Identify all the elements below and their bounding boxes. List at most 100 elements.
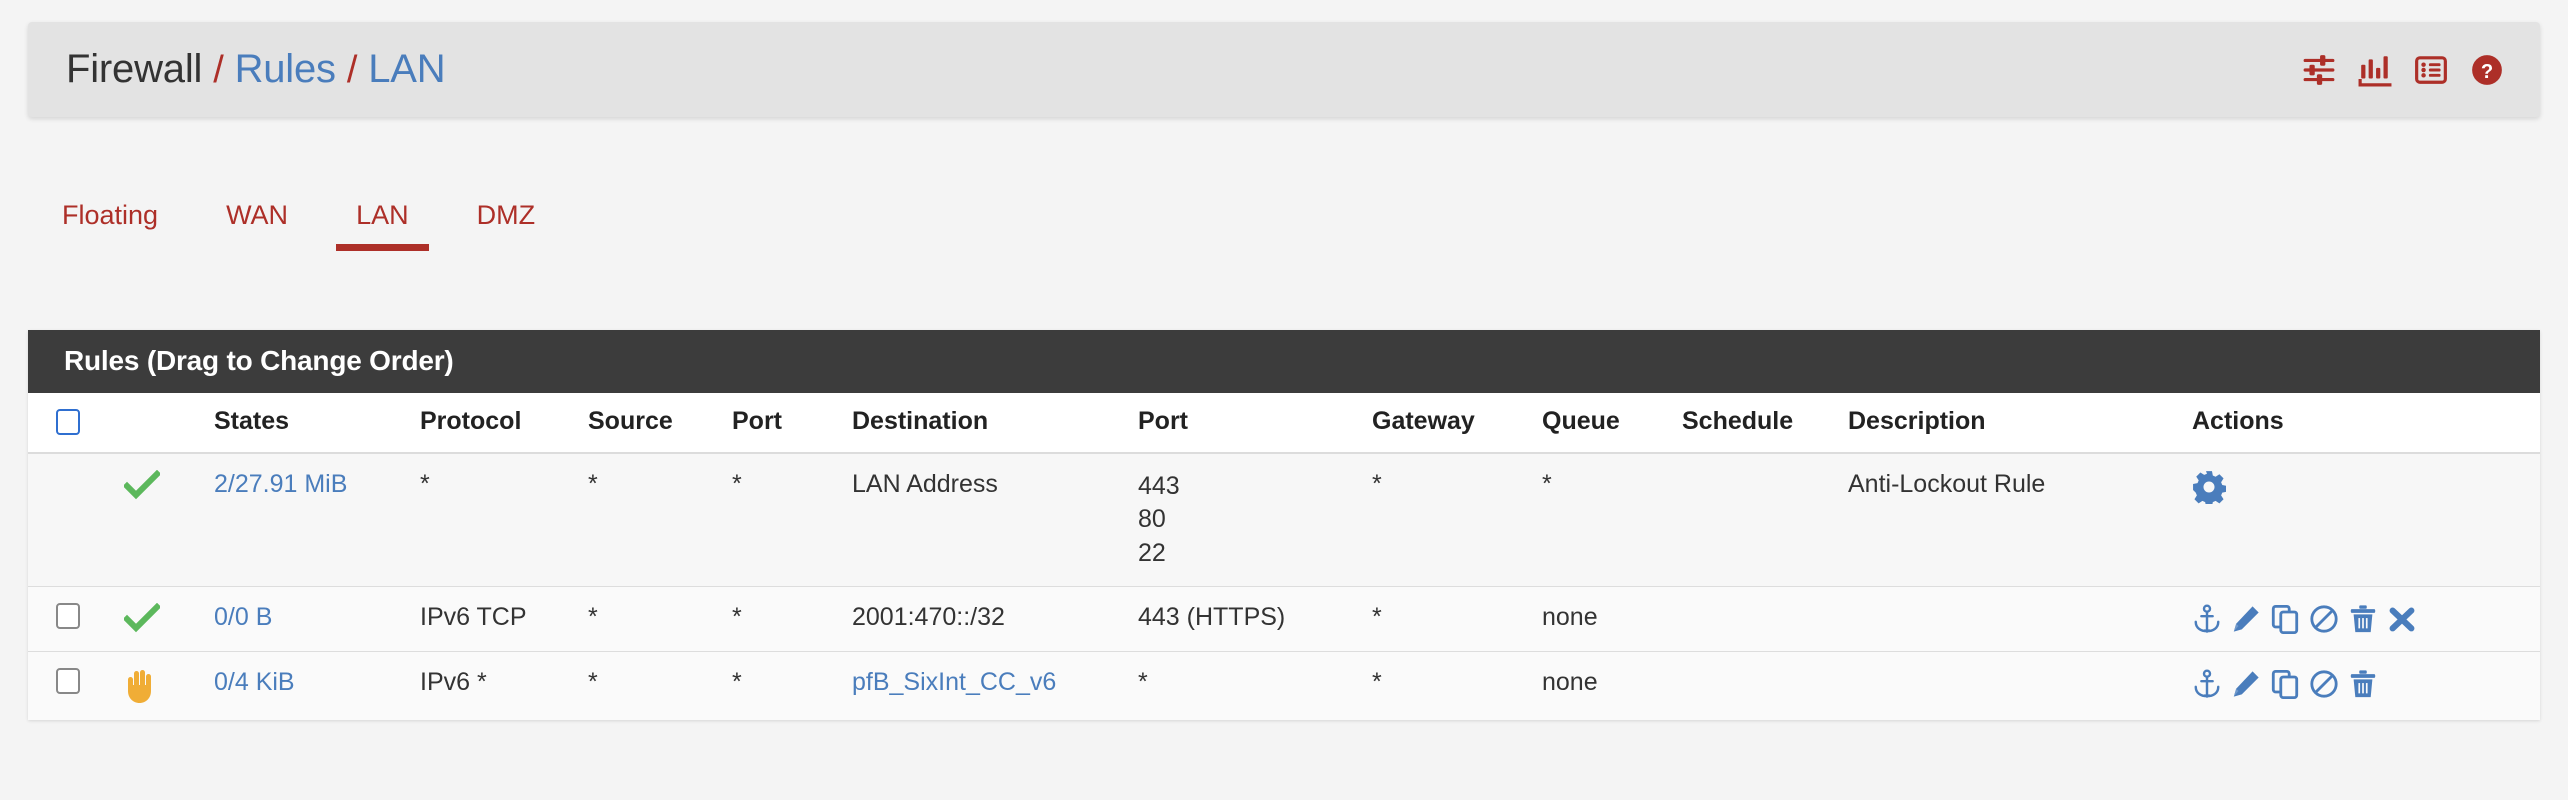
- trash-icon[interactable]: [2348, 603, 2378, 635]
- row-protocol-cell: IPv6 *: [412, 650, 580, 720]
- row-select-cell: [28, 451, 116, 587]
- tab-wan[interactable]: WAN: [192, 196, 322, 251]
- row-status-cell: [116, 650, 206, 720]
- states-link[interactable]: 2/27.91 MiB: [214, 470, 347, 498]
- gear-icon[interactable]: [2192, 470, 2226, 504]
- row-destination-cell: pfB_SixInt_CC_v6: [844, 650, 1130, 720]
- row-status-cell: [116, 585, 206, 652]
- breadcrumb-root: Firewall: [66, 47, 203, 91]
- row-states-cell: 0/0 B: [206, 585, 412, 652]
- row-states-cell: 0/4 KiB: [206, 650, 412, 720]
- header-gateway: Gateway: [1372, 407, 1475, 435]
- row-gateway-cell: *: [1364, 451, 1534, 587]
- interface-tabs: Floating WAN LAN DMZ: [28, 196, 569, 251]
- row-dest-port-cell: *: [1130, 650, 1364, 720]
- row-source-cell: *: [580, 585, 724, 652]
- row-queue-cell: none: [1534, 650, 1674, 720]
- row-dest-port-cell: 443 80 22: [1130, 451, 1364, 587]
- dest-port-value: 80: [1138, 505, 1166, 534]
- pencil-icon[interactable]: [2231, 603, 2261, 635]
- sliders-icon[interactable]: [2302, 53, 2336, 87]
- header-actions: Actions: [2192, 407, 2284, 435]
- pencil-icon[interactable]: [2231, 668, 2261, 700]
- close-icon[interactable]: [2387, 603, 2417, 635]
- tab-wan-label: WAN: [226, 200, 289, 230]
- reject-hand-icon: [128, 669, 151, 703]
- row-select-cell: [28, 585, 116, 652]
- row-source-port-cell: *: [724, 650, 844, 720]
- states-link[interactable]: 0/0 B: [214, 603, 272, 631]
- row-action-group: [2192, 470, 2532, 504]
- pass-check-icon: [124, 602, 160, 632]
- breadcrumb: Firewall / Rules / LAN: [66, 47, 446, 92]
- tab-floating-label: Floating: [62, 200, 159, 230]
- row-queue-cell: none: [1534, 585, 1674, 652]
- row-source-port-cell: *: [724, 451, 844, 587]
- rules-table-head: States Protocol Source Port Destination …: [28, 393, 2540, 453]
- row-description-cell: [1840, 650, 2184, 720]
- row-dest-port-cell: 443 (HTTPS): [1130, 585, 1364, 652]
- pass-check-icon: [124, 470, 160, 500]
- breadcrumb-link-rules[interactable]: Rules: [235, 47, 336, 92]
- row-status-cell: [116, 451, 206, 587]
- header-destination: Destination: [852, 407, 989, 435]
- svg-text:?: ?: [2481, 60, 2493, 82]
- tab-floating[interactable]: Floating: [28, 196, 192, 251]
- row-destination-cell: LAN Address: [844, 451, 1130, 587]
- row-action-group: [2192, 668, 2532, 700]
- row-schedule-cell: [1674, 451, 1840, 587]
- header-select: [28, 393, 116, 453]
- rules-table-body: 2/27.91 MiB * * * LAN Address 443 80 22 …: [28, 451, 2540, 720]
- row-states-cell: 2/27.91 MiB: [206, 451, 412, 587]
- table-row[interactable]: 0/4 KiB IPv6 * * * pfB_SixInt_CC_v6 * * …: [28, 650, 2540, 720]
- anchor-icon[interactable]: [2192, 668, 2222, 700]
- header-protocol: Protocol: [420, 407, 522, 435]
- row-checkbox[interactable]: [56, 602, 80, 629]
- header-source: Source: [588, 407, 673, 435]
- dest-port-value: 443: [1138, 472, 1180, 500]
- bar-chart-icon[interactable]: [2358, 53, 2392, 87]
- row-description-cell: Anti-Lockout Rule: [1840, 451, 2184, 587]
- trash-icon[interactable]: [2348, 668, 2378, 700]
- row-gateway-cell: *: [1364, 650, 1534, 720]
- row-actions-cell: [2184, 585, 2540, 652]
- row-source-cell: *: [580, 451, 724, 587]
- destination-alias-link[interactable]: pfB_SixInt_CC_v6: [852, 668, 1056, 696]
- rules-panel-title: Rules (Drag to Change Order): [28, 330, 2540, 393]
- row-source-cell: *: [580, 650, 724, 720]
- ban-icon[interactable]: [2309, 668, 2339, 700]
- header-states: States: [214, 407, 290, 435]
- row-actions-cell: [2184, 451, 2540, 587]
- row-protocol-cell: IPv6 TCP: [412, 585, 580, 652]
- row-queue-cell: *: [1534, 451, 1674, 587]
- tab-lan[interactable]: LAN: [322, 196, 443, 251]
- dest-port-value: 22: [1138, 538, 1166, 567]
- row-action-group: [2192, 603, 2532, 635]
- copy-icon[interactable]: [2270, 668, 2300, 700]
- header-source-port: Port: [732, 407, 782, 435]
- select-all-checkbox[interactable]: [56, 408, 80, 435]
- tab-lan-label: LAN: [356, 200, 409, 230]
- list-icon[interactable]: [2414, 53, 2448, 87]
- tab-dmz[interactable]: DMZ: [443, 196, 569, 251]
- table-row[interactable]: 2/27.91 MiB * * * LAN Address 443 80 22 …: [28, 451, 2540, 587]
- header-schedule: Schedule: [1682, 407, 1794, 435]
- table-row[interactable]: 0/0 B IPv6 TCP * * 2001:470::/32 443 (HT…: [28, 585, 2540, 652]
- header-status: [116, 393, 206, 453]
- anchor-icon[interactable]: [2192, 603, 2222, 635]
- table-header-row: States Protocol Source Port Destination …: [28, 393, 2540, 453]
- copy-icon[interactable]: [2270, 603, 2300, 635]
- help-circle-icon[interactable]: ?: [2470, 53, 2504, 87]
- header-dest-port: Port: [1138, 407, 1188, 435]
- header-icon-group: ?: [2302, 53, 2504, 87]
- ban-icon[interactable]: [2309, 603, 2339, 635]
- rules-panel: Rules (Drag to Change Order) States Prot…: [28, 330, 2540, 720]
- row-gateway-cell: *: [1364, 585, 1534, 652]
- states-link[interactable]: 0/4 KiB: [214, 668, 295, 696]
- row-select-cell: [28, 650, 116, 720]
- row-schedule-cell: [1674, 650, 1840, 720]
- row-description-cell: [1840, 585, 2184, 652]
- breadcrumb-link-lan[interactable]: LAN: [368, 47, 445, 92]
- row-checkbox[interactable]: [56, 667, 80, 694]
- header-queue: Queue: [1542, 407, 1620, 435]
